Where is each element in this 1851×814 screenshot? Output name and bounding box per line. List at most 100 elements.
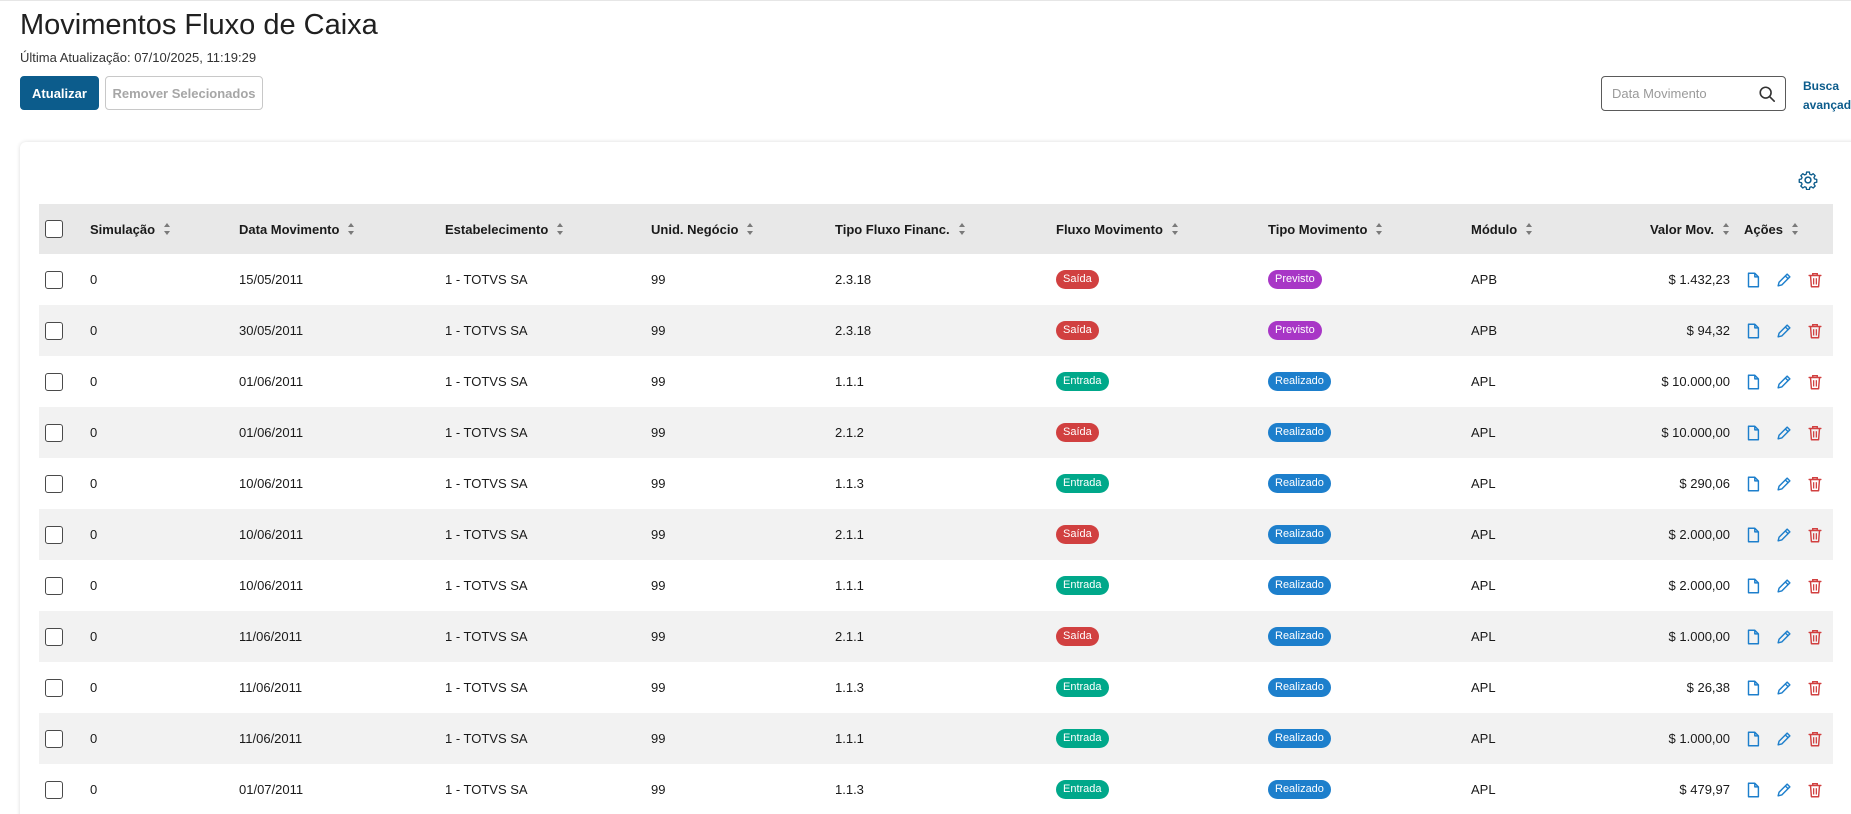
- column-header-tipo-movimento[interactable]: Tipo Movimento: [1268, 204, 1383, 254]
- delete-icon[interactable]: [1806, 373, 1824, 391]
- row-checkbox[interactable]: [45, 678, 63, 697]
- column-header-label: Unid. Negócio: [651, 221, 739, 237]
- cell-tipo-fluxo: 1.1.3: [835, 680, 864, 695]
- document-icon[interactable]: [1744, 628, 1762, 646]
- cell-simulacao: 0: [90, 782, 98, 797]
- fluxo-badge: Saída: [1056, 525, 1099, 544]
- refresh-button[interactable]: Atualizar: [20, 76, 99, 110]
- fluxo-badge: Entrada: [1056, 576, 1109, 595]
- cell-tipo-fluxo: 1.1.1: [835, 578, 864, 593]
- sort-icon: [556, 223, 564, 235]
- delete-icon[interactable]: [1806, 271, 1824, 289]
- cell-valor: $ 479,97: [1679, 782, 1730, 797]
- row-checkbox[interactable]: [45, 729, 63, 748]
- cell-estabelecimento: 1 - TOTVS SA: [445, 272, 528, 287]
- edit-icon[interactable]: [1775, 679, 1793, 697]
- advanced-search-link[interactable]: Busca avançada: [1803, 77, 1851, 115]
- delete-icon[interactable]: [1806, 781, 1824, 799]
- delete-icon[interactable]: [1806, 526, 1824, 544]
- delete-icon[interactable]: [1806, 475, 1824, 493]
- row-checkbox[interactable]: [45, 780, 63, 799]
- row-checkbox[interactable]: [45, 576, 63, 595]
- row-select-cell: [45, 356, 63, 407]
- edit-icon[interactable]: [1775, 781, 1793, 799]
- table-row: 0 11/06/2011 1 - TOTVS SA 99 1.1.3 Entra…: [39, 662, 1833, 713]
- cell-estabelecimento: 1 - TOTVS SA: [445, 629, 528, 644]
- delete-icon[interactable]: [1806, 628, 1824, 646]
- cell-estabelecimento: 1 - TOTVS SA: [445, 323, 528, 338]
- edit-icon[interactable]: [1775, 628, 1793, 646]
- cell-modulo: APL: [1471, 425, 1496, 440]
- edit-icon[interactable]: [1775, 730, 1793, 748]
- column-header-tipo-fluxo[interactable]: Tipo Fluxo Financ.: [835, 204, 966, 254]
- row-checkbox[interactable]: [45, 627, 63, 646]
- cell-modulo: APL: [1471, 578, 1496, 593]
- cell-simulacao: 0: [90, 731, 98, 746]
- select-all-cell: [45, 204, 63, 254]
- column-header-data[interactable]: Data Movimento: [239, 204, 355, 254]
- cell-simulacao: 0: [90, 578, 98, 593]
- delete-icon[interactable]: [1806, 424, 1824, 442]
- column-header-simulacao[interactable]: Simulação: [90, 204, 171, 254]
- document-icon[interactable]: [1744, 781, 1762, 799]
- document-icon[interactable]: [1744, 271, 1762, 289]
- advanced-search-line2: avançada: [1803, 98, 1851, 112]
- cell-tipo-fluxo: 2.3.18: [835, 323, 872, 338]
- search-input[interactable]: [1610, 85, 1764, 102]
- document-icon[interactable]: [1744, 526, 1762, 544]
- cell-data-movimento: 10/06/2011: [239, 578, 304, 593]
- remove-selected-button[interactable]: Remover Selecionados: [105, 76, 263, 110]
- cell-modulo: APL: [1471, 374, 1496, 389]
- document-icon[interactable]: [1744, 373, 1762, 391]
- edit-icon[interactable]: [1775, 271, 1793, 289]
- document-icon[interactable]: [1744, 424, 1762, 442]
- column-header-label: Módulo: [1471, 221, 1518, 237]
- row-select-cell: [45, 305, 63, 356]
- document-icon[interactable]: [1744, 730, 1762, 748]
- row-checkbox[interactable]: [45, 270, 63, 289]
- edit-icon[interactable]: [1775, 322, 1793, 340]
- column-header-valor[interactable]: Valor Mov.: [1650, 204, 1730, 254]
- edit-icon[interactable]: [1775, 475, 1793, 493]
- document-icon[interactable]: [1744, 577, 1762, 595]
- fluxo-badge: Saída: [1056, 423, 1099, 442]
- column-header-unid[interactable]: Unid. Negócio: [651, 204, 754, 254]
- cell-tipo-movimento: Realizado: [1268, 458, 1331, 509]
- cell-tipo-fluxo: 1.1.3: [835, 782, 864, 797]
- edit-icon[interactable]: [1775, 424, 1793, 442]
- edit-icon[interactable]: [1775, 526, 1793, 544]
- edit-icon[interactable]: [1775, 373, 1793, 391]
- column-header-estabelecimento[interactable]: Estabelecimento: [445, 204, 564, 254]
- delete-icon[interactable]: [1806, 322, 1824, 340]
- select-all-checkbox[interactable]: [45, 220, 63, 238]
- row-checkbox[interactable]: [45, 474, 63, 493]
- delete-icon[interactable]: [1806, 730, 1824, 748]
- cell-valor: $ 290,06: [1679, 476, 1730, 491]
- row-checkbox[interactable]: [45, 321, 63, 340]
- cell-tipo-fluxo: 2.3.18: [835, 272, 872, 287]
- fluxo-badge: Saída: [1056, 627, 1099, 646]
- row-actions: [1744, 662, 1837, 713]
- delete-icon[interactable]: [1806, 679, 1824, 697]
- cell-fluxo-movimento: Entrada: [1056, 560, 1109, 611]
- cell-unid-negocio: 99: [651, 323, 666, 338]
- row-checkbox[interactable]: [45, 423, 63, 442]
- sort-icon: [1375, 223, 1383, 235]
- document-icon[interactable]: [1744, 679, 1762, 697]
- delete-icon[interactable]: [1806, 577, 1824, 595]
- row-checkbox[interactable]: [45, 525, 63, 544]
- document-icon[interactable]: [1744, 322, 1762, 340]
- edit-icon[interactable]: [1775, 577, 1793, 595]
- sort-icon: [958, 223, 966, 235]
- row-actions: [1744, 305, 1837, 356]
- column-header-acoes[interactable]: Ações: [1744, 204, 1799, 254]
- search-icon[interactable]: [1758, 85, 1776, 103]
- column-header-modulo[interactable]: Módulo: [1471, 204, 1533, 254]
- row-checkbox[interactable]: [45, 372, 63, 391]
- cell-fluxo-movimento: Saída: [1056, 611, 1099, 662]
- gear-icon[interactable]: [1798, 170, 1818, 190]
- document-icon[interactable]: [1744, 475, 1762, 493]
- sort-icon: [746, 223, 754, 235]
- column-header-fluxo[interactable]: Fluxo Movimento: [1056, 204, 1179, 254]
- cell-unid-negocio: 99: [651, 578, 666, 593]
